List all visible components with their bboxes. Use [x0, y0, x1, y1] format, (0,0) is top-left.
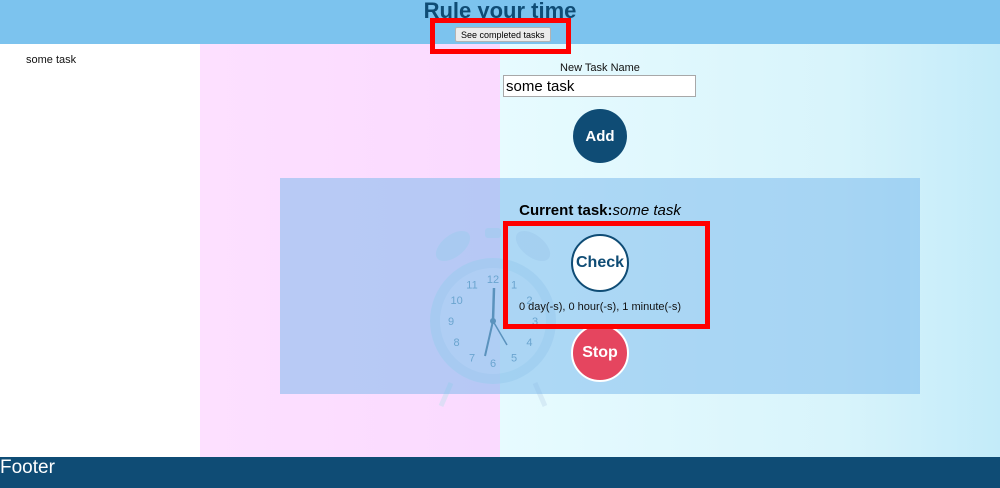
- highlight-box-check: [503, 221, 710, 329]
- current-task-prefix: Current task:: [519, 202, 613, 219]
- stop-button[interactable]: Stop: [571, 324, 629, 382]
- footer: Footer: [0, 457, 1000, 488]
- sidebar-task-item[interactable]: some task: [26, 54, 76, 66]
- footer-text: Footer: [0, 457, 55, 478]
- sidebar: some task: [0, 44, 200, 457]
- task-name-input[interactable]: [503, 75, 696, 97]
- current-task-heading: Current task:some task: [280, 202, 920, 219]
- new-task-label: New Task Name: [560, 62, 640, 74]
- highlight-box-completed: [430, 18, 571, 54]
- current-task-name: some task: [612, 202, 681, 219]
- add-button[interactable]: Add: [573, 109, 627, 163]
